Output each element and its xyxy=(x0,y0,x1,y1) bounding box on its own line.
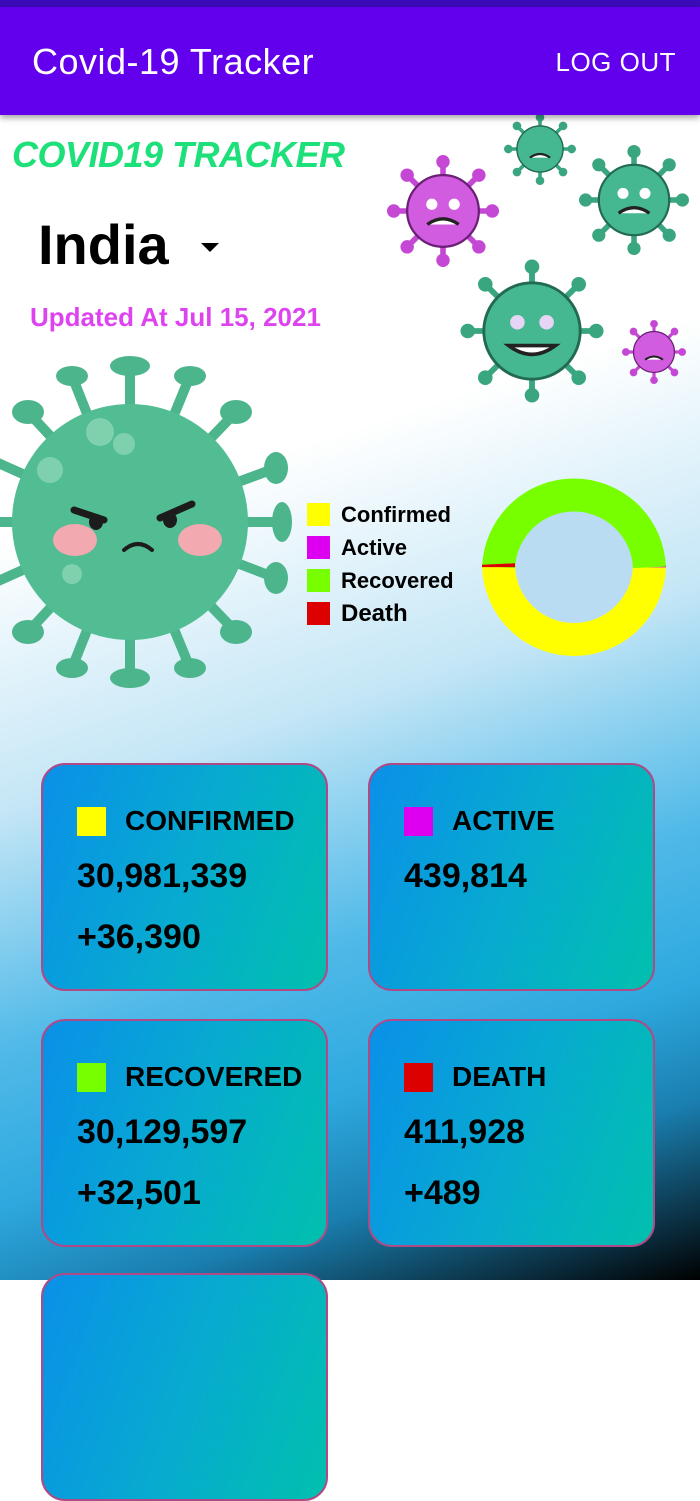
app-title: Covid-19 Tracker xyxy=(32,41,314,83)
confirmed-title: CONFIRMED xyxy=(125,805,295,837)
dropdown-arrow-icon xyxy=(201,243,219,252)
recovered-card[interactable]: RECOVERED 30,129,597 +32,501 xyxy=(41,1019,328,1247)
legend-swatch-death xyxy=(307,602,330,625)
donut-chart xyxy=(482,472,666,656)
legend-item-active: Active xyxy=(307,531,454,564)
recovered-swatch xyxy=(77,1063,106,1092)
recovered-delta: +32,501 xyxy=(77,1174,201,1213)
recovered-total: 30,129,597 xyxy=(77,1113,247,1152)
confirmed-delta: +36,390 xyxy=(77,918,201,957)
chart-legend: Confirmed Active Recovered Death xyxy=(307,498,454,630)
death-title: DEATH xyxy=(452,1061,546,1093)
app-bar: Covid-19 Tracker LOG OUT xyxy=(0,7,700,115)
virus-icon xyxy=(500,113,580,185)
virus-icon xyxy=(384,155,502,267)
virus-mascot-icon xyxy=(0,352,296,692)
logout-button[interactable]: LOG OUT xyxy=(555,47,676,78)
active-title: ACTIVE xyxy=(452,805,555,837)
death-delta: +489 xyxy=(404,1174,481,1213)
virus-icon xyxy=(576,145,692,255)
legend-swatch-active xyxy=(307,536,330,559)
brand-title: COVID19 TRACKER xyxy=(12,134,345,176)
legend-swatch-recovered xyxy=(307,569,330,592)
active-card[interactable]: ACTIVE 439,814 xyxy=(368,763,655,991)
death-swatch xyxy=(404,1063,433,1092)
status-bar xyxy=(0,0,700,7)
country-dropdown[interactable]: India xyxy=(38,212,219,277)
legend-item-confirmed: Confirmed xyxy=(307,498,454,531)
legend-item-death: Death xyxy=(307,597,454,630)
active-total: 439,814 xyxy=(404,857,527,896)
legend-label-recovered: Recovered xyxy=(341,568,454,594)
death-total: 411,928 xyxy=(404,1113,525,1152)
legend-label-active: Active xyxy=(341,535,407,561)
virus-icon xyxy=(458,258,606,404)
confirmed-swatch xyxy=(77,807,106,836)
legend-item-recovered: Recovered xyxy=(307,564,454,597)
next-card[interactable] xyxy=(41,1273,328,1501)
updated-at: Updated At Jul 15, 2021 xyxy=(30,302,321,333)
country-selected: India xyxy=(38,212,169,277)
legend-label-death: Death xyxy=(341,600,408,628)
recovered-title: RECOVERED xyxy=(125,1061,302,1093)
legend-swatch-confirmed xyxy=(307,503,330,526)
legend-label-confirmed: Confirmed xyxy=(341,502,451,528)
death-card[interactable]: DEATH 411,928 +489 xyxy=(368,1019,655,1247)
confirmed-card[interactable]: CONFIRMED 30,981,339 +36,390 xyxy=(41,763,328,991)
active-swatch xyxy=(404,807,433,836)
virus-icon xyxy=(620,320,688,384)
confirmed-total: 30,981,339 xyxy=(77,857,247,896)
